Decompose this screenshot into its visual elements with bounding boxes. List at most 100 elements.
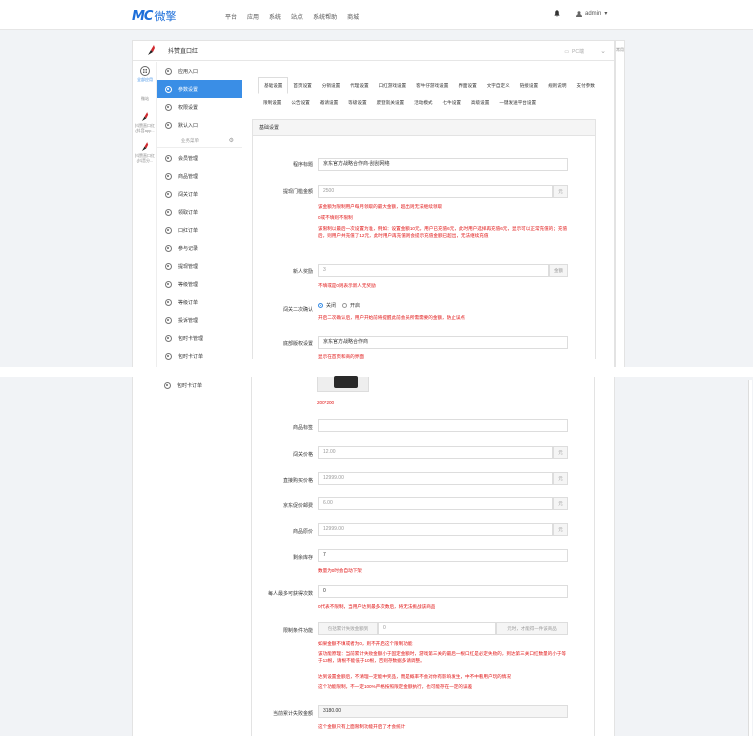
gear-icon: [165, 244, 172, 252]
tab[interactable]: 支付参数: [571, 77, 599, 94]
tab[interactable]: 限制设置: [258, 94, 286, 111]
lipstick-icon: [141, 142, 149, 151]
caret-down-icon: ▾: [604, 11, 608, 17]
goods-image-thumb[interactable]: [317, 376, 369, 392]
image-size-hint: 200*200: [317, 400, 335, 405]
radio-off[interactable]: [318, 303, 323, 308]
radio-on[interactable]: [342, 303, 348, 308]
sidebar-item[interactable]: 闯关订单: [157, 185, 242, 203]
right-collapsed-panel[interactable]: 常用: [615, 40, 625, 370]
withdraw-input[interactable]: 2500: [318, 185, 553, 198]
tab[interactable]: 邀请设置: [315, 94, 343, 111]
newuser-input[interactable]: 3: [318, 264, 549, 277]
app-entry-douyin[interactable]: 抖赞直口红 (抖音app...: [133, 112, 157, 133]
tab-basic[interactable]: 基础设置: [258, 77, 289, 94]
max-input[interactable]: 0: [318, 585, 568, 598]
all-apps-entry[interactable]: 全部应用: [133, 66, 157, 82]
top-nav: 平台 应用 系统 站点 系统帮助 商城: [225, 12, 359, 21]
logo[interactable]: MC 微擎: [132, 8, 176, 24]
sidebar-item[interactable]: 领取订单: [157, 203, 242, 221]
user-menu[interactable]: admin ▾: [576, 10, 607, 17]
confirm-radio-group: 关闭 开启: [318, 302, 360, 309]
confirm-label: 闯关二次确认: [282, 307, 313, 313]
nav-system[interactable]: 系统: [269, 12, 281, 21]
withdraw-hint-3: 该限制以最后一次设置为准，例如：设置金额10元，用户已充值6元，此时用户选择再充…: [318, 226, 568, 238]
direct-price-input[interactable]: 12999.00: [318, 472, 553, 485]
app-entry-douyin-split[interactable]: 抖赞直口红 (抖音分...: [133, 142, 157, 163]
sidebar-item-default-entry[interactable]: 默认入口: [157, 116, 242, 134]
tab[interactable]: 口红游戏设置: [374, 77, 412, 94]
microsite-entry[interactable]: 微站: [133, 96, 157, 101]
tab[interactable]: 客牛仔游戏设置: [411, 77, 453, 94]
device-toggle[interactable]: ▭ PC端: [564, 48, 584, 56]
tab[interactable]: 规则说明: [543, 77, 571, 94]
sidebar-item[interactable]: 口红订单: [157, 221, 242, 239]
nav-platform[interactable]: 平台: [225, 12, 237, 21]
cover-hint: 显示在首页和商的界面: [318, 354, 364, 359]
sidebar-item[interactable]: 投诉管理: [157, 311, 242, 329]
bell-icon[interactable]: [554, 10, 560, 17]
sidebar-item-label: 权限设置: [178, 104, 199, 111]
app-header: 抖赞直口红 ▭ PC端 ⌄: [133, 41, 614, 61]
cover-input[interactable]: 京东官方战略合作商: [318, 336, 568, 349]
tab[interactable]: 七牛设置: [438, 94, 466, 111]
withdraw-hint-1: 该金额为限制用户每月领取的最大金额，超出则无法继续领取: [318, 204, 443, 209]
gear-icon: [165, 280, 172, 288]
sidebar-item[interactable]: 参与记录: [157, 239, 242, 257]
tab[interactable]: 界面设置: [453, 77, 481, 94]
pass-price-input[interactable]: 12.00: [318, 446, 553, 459]
gear-icon[interactable]: ⚙: [229, 137, 234, 144]
tab[interactable]: 链接设置: [515, 77, 543, 94]
sidebar-item[interactable]: 会员管理: [157, 149, 242, 167]
limit-hint-1: 如果金额不填或者为0，则不开启这个限制功能: [318, 641, 413, 646]
nav-shop[interactable]: 商城: [347, 12, 359, 21]
sidebar-item[interactable]: 等级管理: [157, 275, 242, 293]
tab[interactable]: 分销设置: [317, 77, 345, 94]
radio-off-label: 关闭: [326, 303, 337, 309]
sidebar-item[interactable]: 等级订单: [157, 293, 242, 311]
settings-tabs: 基础设置 首页设置 分销设置 代理设置 口红游戏设置 客牛仔游戏设置 界面设置 …: [252, 71, 607, 111]
logo-mark: MC: [132, 8, 154, 24]
stock-hint: 数量为0时会自动下架: [318, 568, 362, 573]
tab[interactable]: 首页设置: [288, 77, 316, 94]
title-input[interactable]: 京东官方战略合作商-刮刮网络: [318, 158, 568, 171]
sidebar-item-params[interactable]: 参数设置: [157, 80, 242, 98]
chevron-down-icon[interactable]: ⌄: [600, 47, 606, 55]
orig-price-input[interactable]: 12999.00: [318, 523, 553, 536]
lipstick-icon: [141, 112, 149, 121]
sidebar-item-label: 应用入口: [178, 68, 199, 75]
nav-site[interactable]: 站点: [291, 12, 303, 21]
sidebar-item-label: 提现管理: [178, 263, 199, 270]
limit-prefix: 包括累计失败金额到: [318, 622, 378, 635]
limit-hint-2: 该功能原理：当前累计失败金额小于固定金额时，游戏第三关的最后一根口红是必定失败的…: [318, 651, 567, 663]
sidebar-item-app-entry[interactable]: 应用入口: [157, 62, 242, 80]
tab[interactable]: 等级设置: [343, 94, 371, 111]
grid-icon: [140, 66, 150, 76]
sidebar-item[interactable]: 包时卡订单: [156, 376, 241, 394]
tab[interactable]: 文字自定义: [482, 77, 515, 94]
tab[interactable]: 活动模式: [409, 94, 437, 111]
nav-help[interactable]: 系统帮助: [313, 12, 337, 21]
stock-input[interactable]: 7: [318, 549, 568, 562]
tab[interactable]: 公告设置: [286, 94, 314, 111]
goods-label-input[interactable]: [318, 419, 568, 432]
tab[interactable]: 废登就关设置: [372, 94, 410, 111]
tab[interactable]: 高级设置: [466, 94, 494, 111]
logo-text: 微擎: [154, 11, 177, 23]
tab[interactable]: 一键发送平台设置: [494, 94, 541, 111]
jd-price-input[interactable]: 6.00: [318, 497, 553, 510]
newuser-hint: 不填或是0则表示新人无奖励: [318, 283, 376, 288]
nav-apps[interactable]: 应用: [247, 12, 259, 21]
sidebar-item[interactable]: 包时卡订单: [157, 347, 242, 365]
limit-input[interactable]: 0: [378, 622, 496, 635]
sidebar-item[interactable]: 包时卡管理: [157, 329, 242, 347]
sidebar-item[interactable]: 商品管理: [157, 167, 242, 185]
tab[interactable]: 代理设置: [345, 77, 373, 94]
right-scroll-edge[interactable]: [748, 380, 752, 736]
jd-price-unit: 元: [553, 497, 568, 510]
sidebar-item-permissions[interactable]: 权限设置: [157, 98, 242, 116]
panel-title: 基础设置: [253, 120, 595, 136]
monitor-icon: ▭: [564, 48, 570, 55]
sidebar-item-label: 口红订单: [178, 227, 199, 234]
sidebar-item[interactable]: 提现管理: [157, 257, 242, 275]
